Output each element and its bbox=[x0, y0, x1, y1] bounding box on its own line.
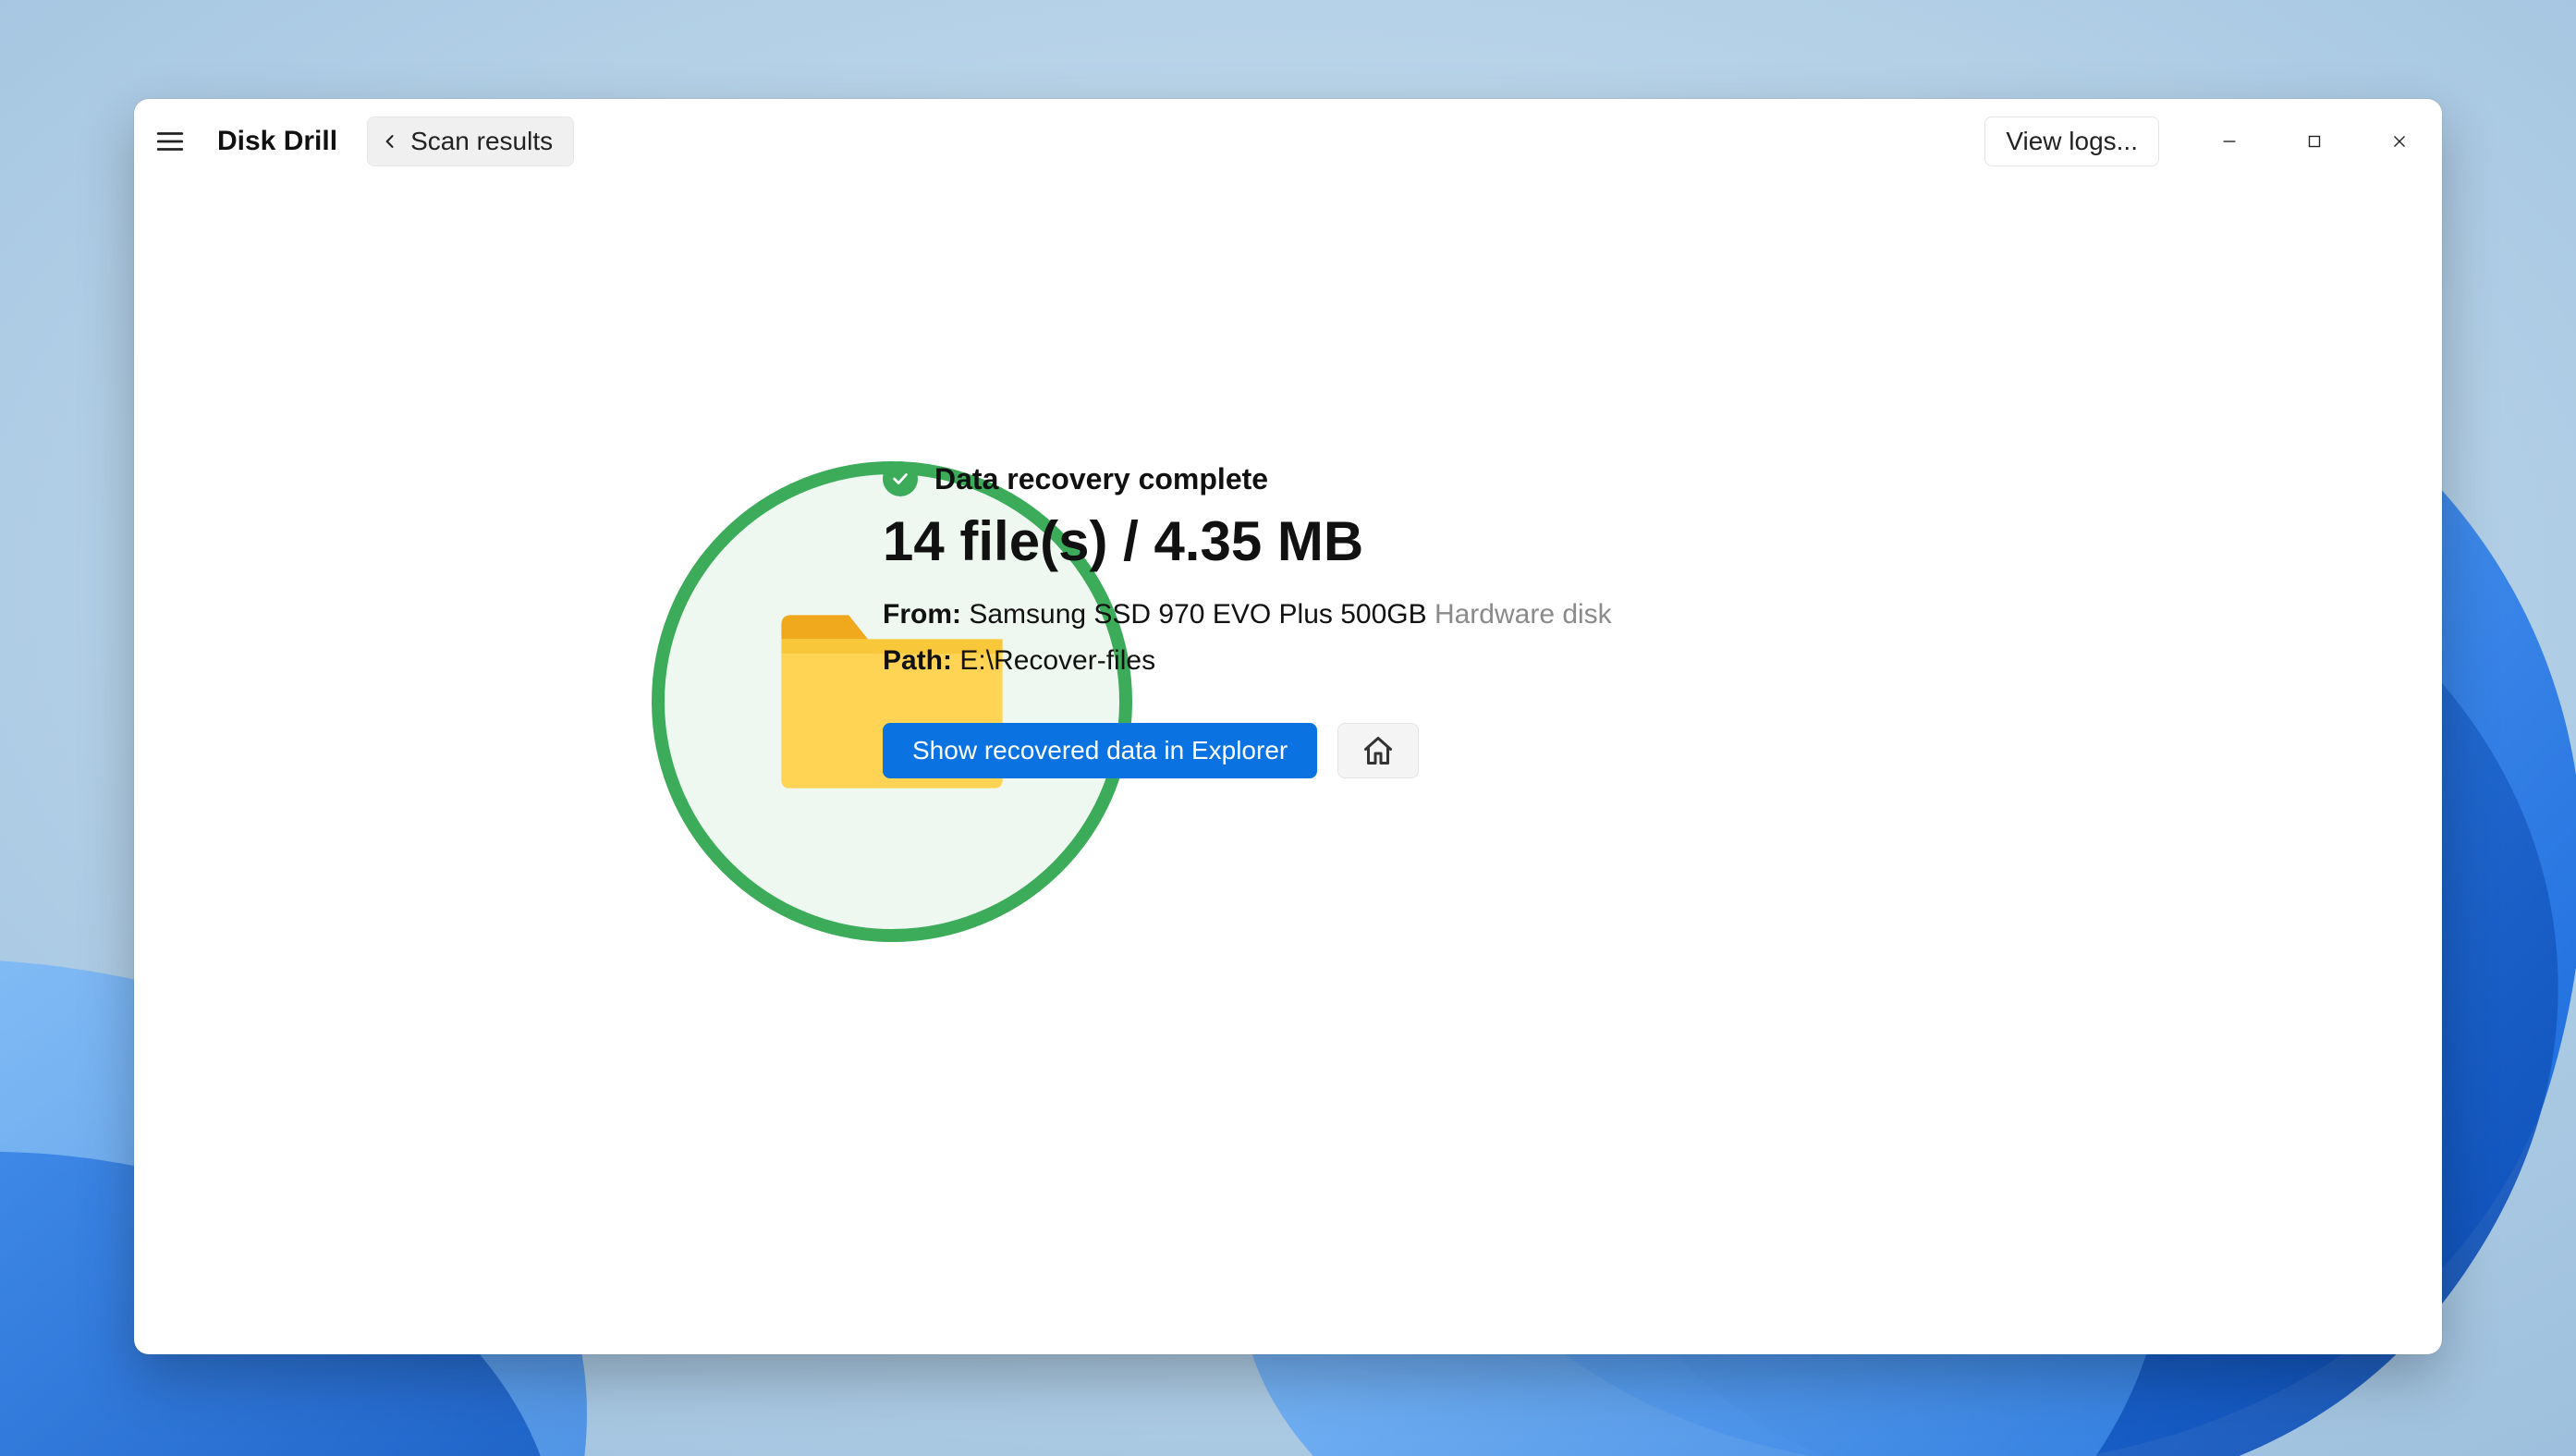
status-row: Data recovery complete bbox=[883, 461, 2313, 496]
home-icon bbox=[1361, 734, 1395, 767]
titlebar: Disk Drill Scan results View logs... bbox=[134, 99, 2442, 184]
from-line: From: Samsung SSD 970 EVO Plus 500GB Har… bbox=[883, 599, 2313, 630]
show-in-explorer-button[interactable]: Show recovered data in Explorer bbox=[883, 723, 1317, 778]
back-button[interactable]: Scan results bbox=[367, 116, 574, 166]
path-line: Path: E:\Recover-files bbox=[883, 645, 2313, 677]
success-check-icon bbox=[883, 461, 918, 496]
from-label: From: bbox=[883, 599, 961, 630]
hamburger-icon bbox=[154, 126, 186, 157]
close-icon bbox=[2389, 131, 2410, 152]
path-label: Path: bbox=[883, 645, 952, 676]
back-label: Scan results bbox=[410, 127, 553, 156]
details-panel: Data recovery complete 14 file(s) / 4.35… bbox=[883, 397, 2313, 778]
content-area: Data recovery complete 14 file(s) / 4.35… bbox=[134, 184, 2442, 1354]
chevron-left-icon bbox=[381, 132, 399, 151]
maximize-icon bbox=[2304, 131, 2325, 152]
app-title: Disk Drill bbox=[217, 126, 337, 157]
minimize-icon bbox=[2219, 131, 2240, 152]
from-type: Hardware disk bbox=[1435, 599, 1612, 630]
recovery-summary: 14 file(s) / 4.35 MB bbox=[883, 509, 2313, 573]
view-logs-button[interactable]: View logs... bbox=[1984, 116, 2159, 166]
close-button[interactable] bbox=[2357, 99, 2442, 184]
actions-row: Show recovered data in Explorer bbox=[883, 723, 2313, 778]
home-button[interactable] bbox=[1337, 723, 1419, 778]
window-controls bbox=[2187, 99, 2442, 184]
minimize-button[interactable] bbox=[2187, 99, 2272, 184]
maximize-button[interactable] bbox=[2272, 99, 2357, 184]
path-value: E:\Recover-files bbox=[959, 645, 1155, 676]
menu-button[interactable] bbox=[151, 122, 189, 161]
app-window: Disk Drill Scan results View logs... bbox=[134, 99, 2442, 1354]
from-value: Samsung SSD 970 EVO Plus 500GB bbox=[969, 599, 1426, 630]
status-title: Data recovery complete bbox=[934, 462, 1268, 496]
